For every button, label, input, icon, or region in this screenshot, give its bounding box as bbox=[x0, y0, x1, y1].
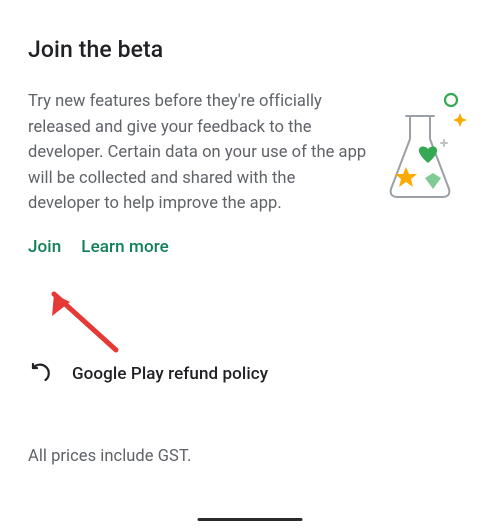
learn-more-button[interactable]: Learn more bbox=[81, 237, 169, 257]
home-indicator[interactable] bbox=[198, 518, 303, 522]
beaker-icon bbox=[377, 89, 472, 211]
refund-policy-label: Google Play refund policy bbox=[72, 364, 268, 384]
beta-title: Join the beta bbox=[28, 36, 472, 63]
gst-note: All prices include GST. bbox=[28, 447, 191, 466]
beta-description: Try new features before they're official… bbox=[28, 89, 369, 217]
undo-icon bbox=[28, 360, 52, 388]
join-button[interactable]: Join bbox=[28, 237, 61, 257]
refund-policy-row[interactable]: Google Play refund policy bbox=[28, 360, 268, 388]
